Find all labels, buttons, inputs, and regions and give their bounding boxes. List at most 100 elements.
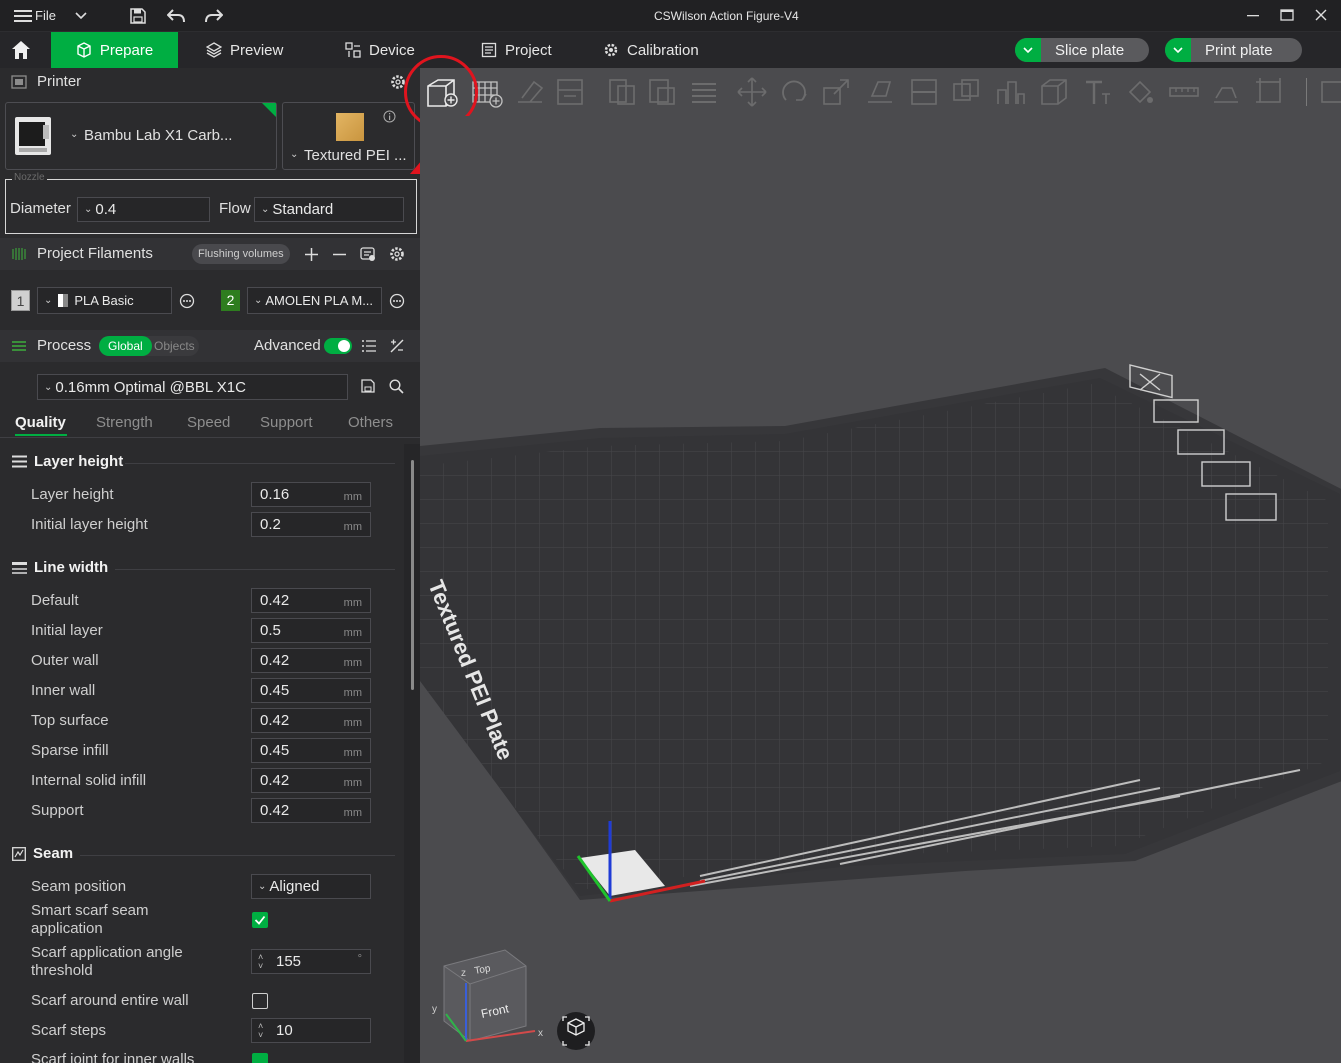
layers-list-icon[interactable] <box>688 76 720 108</box>
line-width-inner-wall-input[interactable]: 0.45 mm <box>251 678 371 703</box>
smart-scarf-checkbox[interactable] <box>252 912 268 928</box>
minimize-icon[interactable] <box>1246 8 1260 22</box>
filament-2-select[interactable]: ⌄ AMOLEN PLA M... <box>247 287 382 314</box>
settings-scrollbar-thumb[interactable] <box>411 460 414 690</box>
nozzle-flow-select[interactable]: ⌄ Standard <box>254 197 404 222</box>
tab-others[interactable]: Others <box>348 414 393 431</box>
line-width-sparse-infill-input[interactable]: 0.45 mm <box>251 738 371 763</box>
printer-selector[interactable]: ⌄ Bambu Lab X1 Carb... <box>5 102 277 170</box>
undo-icon[interactable] <box>167 7 185 25</box>
chevron-down-icon[interactable]: ⌄ <box>70 129 78 140</box>
redo-icon[interactable] <box>205 7 223 25</box>
remove-filament-icon[interactable] <box>331 246 347 262</box>
scarf-entire-wall-checkbox[interactable] <box>252 993 268 1009</box>
spinner-arrows-icon[interactable]: ˄ ˅ <box>258 953 263 971</box>
rotate-icon[interactable] <box>778 76 810 108</box>
view-cube[interactable]: Top Front z y x <box>432 949 543 1042</box>
slice-plate-label: Slice plate <box>1055 41 1125 59</box>
axis-x-label: x <box>538 1028 543 1039</box>
compare-presets-icon[interactable] <box>388 338 406 354</box>
support-paint-icon[interactable] <box>994 76 1026 108</box>
move-icon[interactable] <box>736 76 768 108</box>
nozzle-flow-value: Standard <box>272 201 334 218</box>
objects-scope-button[interactable]: Objects <box>154 336 195 356</box>
nozzle-diameter-select[interactable]: ⌄ 0.4 <box>77 197 210 222</box>
filament-2-more-icon[interactable] <box>388 292 406 310</box>
line-width-top-surface-input[interactable]: 0.42 mm <box>251 708 371 733</box>
scarf-angle-spinner[interactable]: ˄ ˅ 155 ° <box>251 949 371 974</box>
scarf-angle-value: 155 <box>276 953 302 970</box>
scale-icon[interactable] <box>820 76 852 108</box>
3d-viewport[interactable]: Textured PEI Plate Top Front z y x <box>420 116 1341 1063</box>
advanced-toggle[interactable] <box>324 338 352 354</box>
tab-preview[interactable]: Preview <box>206 32 283 68</box>
close-icon[interactable] <box>1314 8 1328 22</box>
cut-icon[interactable] <box>908 76 940 108</box>
search-icon[interactable] <box>388 378 404 394</box>
line-width-initial-layer-label: Initial layer <box>31 622 103 639</box>
save-preset-icon[interactable] <box>360 378 376 394</box>
tab-support[interactable]: Support <box>260 414 313 431</box>
assembly-icon[interactable] <box>1210 76 1242 108</box>
measure-icon[interactable] <box>1168 76 1200 108</box>
line-width-initial-layer-input[interactable]: 0.5 mm <box>251 618 371 643</box>
line-width-sparse-infill-label: Sparse infill <box>31 742 109 759</box>
info-icon[interactable] <box>382 109 396 123</box>
scarf-steps-spinner[interactable]: ˄ ˅ 10 <box>251 1018 371 1043</box>
filament-1-index: 1 <box>11 290 30 311</box>
list-view-icon[interactable] <box>360 338 378 354</box>
auto-orient-icon[interactable] <box>554 76 586 108</box>
tab-calibration[interactable]: Calibration <box>603 32 699 68</box>
text-icon[interactable] <box>1082 76 1114 108</box>
lay-on-face-icon[interactable] <box>864 76 896 108</box>
seam-position-select[interactable]: ⌄ Aligned <box>251 874 371 899</box>
chevron-down-icon[interactable] <box>1015 38 1041 62</box>
home-icon[interactable] <box>10 40 32 60</box>
maximize-icon[interactable] <box>1280 8 1294 22</box>
reset-view-icon[interactable] <box>557 1012 595 1050</box>
flushing-volumes-button[interactable]: Flushing volumes <box>192 244 290 264</box>
tab-project[interactable]: Project <box>481 32 552 68</box>
save-icon[interactable] <box>129 7 147 25</box>
process-profile-select[interactable]: ⌄ 0.16mm Optimal @BBL X1C <box>37 374 348 400</box>
orient-icon[interactable] <box>514 76 546 108</box>
mesh-boolean-icon[interactable] <box>950 76 982 108</box>
line-width-default-input[interactable]: 0.42 mm <box>251 588 371 613</box>
spinner-arrows-icon[interactable]: ˄ ˅ <box>258 1022 263 1040</box>
settings-sidebar: Printer ⌄ Bambu Lab X1 Carb... ⌄ Texture… <box>0 68 420 1063</box>
chevron-down-icon[interactable] <box>74 9 88 23</box>
hamburger-menu-icon[interactable] <box>14 8 32 24</box>
ams-sync-icon[interactable] <box>359 245 377 263</box>
line-width-outer-wall-input[interactable]: 0.42 mm <box>251 648 371 673</box>
chevron-down-icon[interactable]: ⌄ <box>290 149 298 160</box>
tab-device[interactable]: Device <box>345 32 415 68</box>
scarf-inner-walls-checkbox[interactable] <box>252 1053 268 1063</box>
line-width-support-input[interactable]: 0.42 mm <box>251 798 371 823</box>
build-plate-scene[interactable]: Textured PEI Plate Top Front z y x <box>420 116 1341 1063</box>
filament-1-more-icon[interactable] <box>178 292 196 310</box>
seam-paint-icon[interactable] <box>1038 76 1070 108</box>
tab-speed[interactable]: Speed <box>187 414 230 431</box>
tab-quality[interactable]: Quality <box>15 414 66 431</box>
chevron-down-icon[interactable] <box>1165 38 1191 62</box>
group-divider <box>115 569 395 570</box>
view-mode-icon[interactable] <box>1318 76 1341 108</box>
add-filament-icon[interactable] <box>303 246 319 262</box>
tab-strength[interactable]: Strength <box>96 414 153 431</box>
unit-label: mm <box>343 687 362 699</box>
plate-type-selector[interactable]: ⌄ Textured PEI ... <box>282 102 415 170</box>
filament-1-select[interactable]: ⌄ PLA Basic <box>37 287 172 314</box>
slice-plate-button[interactable]: Slice plate <box>1015 38 1149 62</box>
fit-icon[interactable] <box>1254 76 1286 108</box>
color-paint-icon[interactable] <box>1124 76 1156 108</box>
tab-prepare[interactable]: Prepare <box>51 32 178 68</box>
layer-height-input[interactable]: 0.16 mm <box>251 482 371 507</box>
filament-settings-gear-icon[interactable] <box>388 245 406 263</box>
arrange-icon[interactable] <box>606 76 638 108</box>
split-icon[interactable] <box>646 76 678 108</box>
initial-layer-height-input[interactable]: 0.2 mm <box>251 512 371 537</box>
print-plate-button[interactable]: Print plate <box>1165 38 1302 62</box>
file-menu[interactable]: File <box>35 8 56 23</box>
global-scope-button[interactable]: Global <box>99 336 152 356</box>
line-width-internal-solid-infill-input[interactable]: 0.42 mm <box>251 768 371 793</box>
